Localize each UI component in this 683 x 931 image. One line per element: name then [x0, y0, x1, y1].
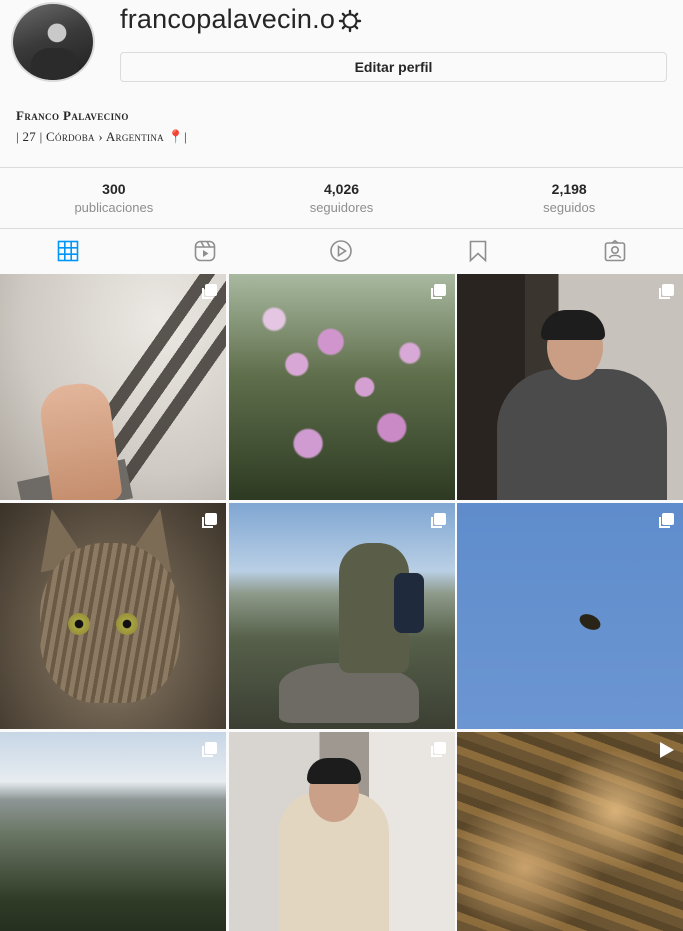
tagged-icon — [604, 239, 625, 262]
carousel-icon — [430, 742, 446, 757]
carousel-icon — [430, 284, 446, 299]
post-thumbnail[interactable] — [0, 503, 226, 729]
post-thumbnail[interactable] — [0, 732, 226, 931]
tab-reels[interactable] — [137, 229, 274, 273]
avatar-image — [13, 4, 93, 80]
stat-label: publicaciones — [74, 200, 154, 215]
stat-label: seguidores — [309, 200, 374, 215]
profile-tabs — [0, 229, 683, 273]
stat-value: 300 — [102, 181, 126, 197]
edit-profile-button[interactable]: Editar perfil — [120, 52, 667, 82]
carousel-icon — [659, 513, 674, 528]
bio-text: | 27 | Córdoba › Argentina 📍| — [16, 129, 187, 144]
grid-icon — [57, 240, 79, 262]
carousel-icon — [202, 742, 217, 757]
carousel-icon — [659, 284, 674, 299]
tab-tagged[interactable] — [546, 229, 683, 273]
tab-videos[interactable] — [273, 229, 410, 273]
posts-grid — [0, 274, 683, 931]
tab-posts[interactable] — [0, 229, 137, 273]
stat-value: 4,026 — [323, 181, 360, 197]
profile-username: francopalavecin.o — [120, 4, 336, 34]
tab-saved[interactable] — [410, 229, 547, 273]
carousel-icon — [202, 513, 217, 528]
carousel-icon — [202, 284, 217, 299]
post-thumbnail[interactable] — [457, 732, 683, 931]
settings-icon[interactable] — [338, 9, 362, 33]
stat-label: seguidos — [543, 200, 596, 215]
post-thumbnail[interactable] — [228, 732, 455, 931]
post-thumbnail[interactable] — [457, 503, 683, 729]
post-thumbnail[interactable] — [457, 274, 683, 500]
profile-bio: Franco Palavecino | 27 | Córdoba › Argen… — [16, 108, 187, 145]
post-thumbnail[interactable] — [0, 274, 226, 500]
post-thumbnail[interactable] — [228, 503, 455, 729]
stat-followers[interactable]: 4,026 seguidores — [228, 168, 456, 228]
full-name: Franco Palavecino — [16, 108, 129, 123]
carousel-icon — [430, 513, 446, 528]
video-icon — [330, 240, 353, 262]
profile-header: francopalavecin.o Editar perfil — [0, 0, 683, 100]
stat-value: 2,198 — [551, 181, 587, 197]
video-icon — [660, 742, 674, 758]
saved-icon — [469, 240, 487, 263]
reels-icon — [194, 240, 216, 262]
stat-posts: 300 publicaciones — [0, 168, 228, 228]
post-thumbnail[interactable] — [228, 274, 455, 500]
profile-stats: 300 publicaciones 4,026 seguidores 2,198… — [0, 167, 683, 229]
stat-following[interactable]: 2,198 seguidos — [455, 168, 683, 228]
avatar[interactable] — [11, 2, 95, 82]
